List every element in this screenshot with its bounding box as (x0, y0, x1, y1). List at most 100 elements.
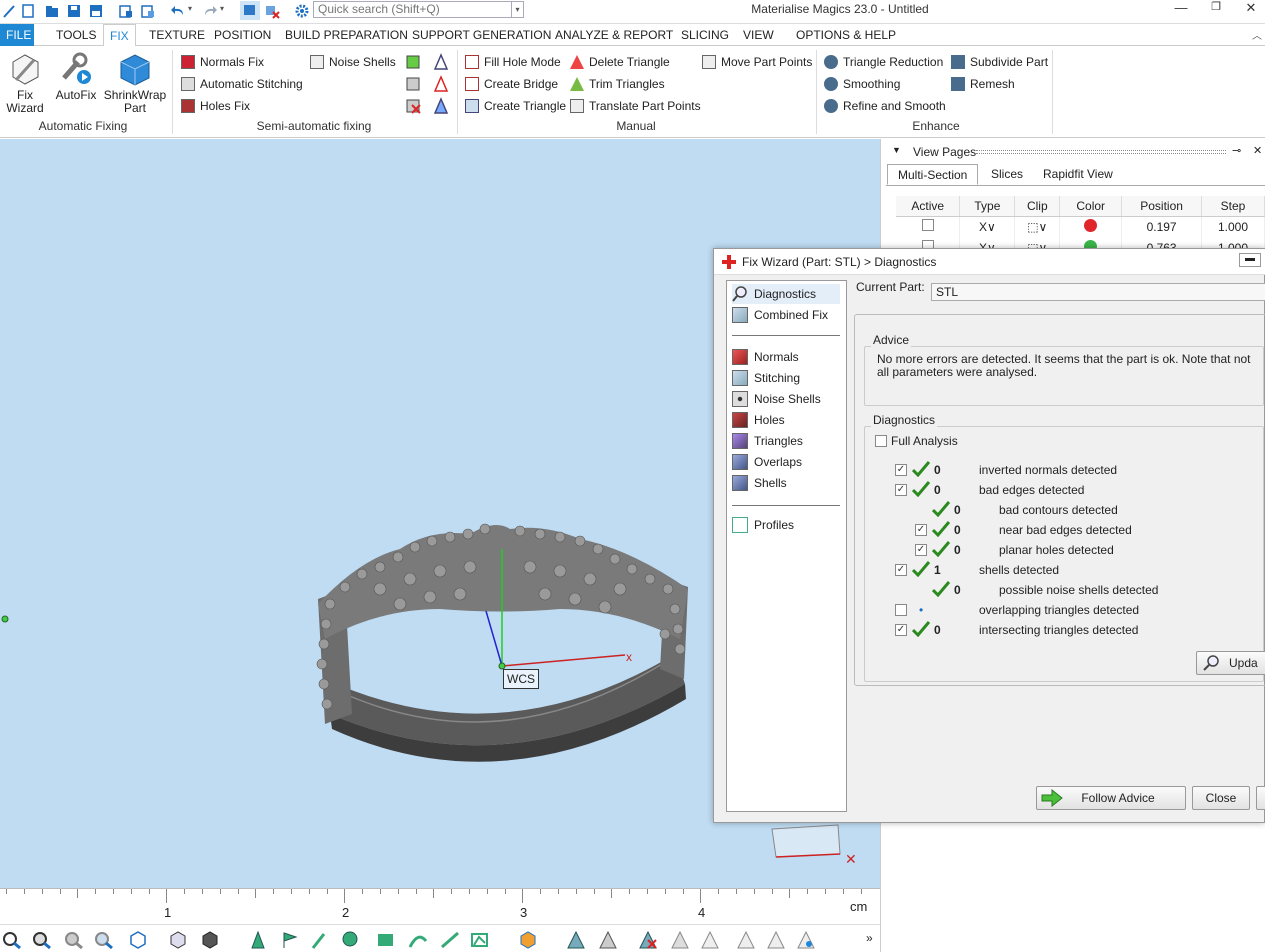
close-panel-icon[interactable]: ✕ (1253, 144, 1262, 157)
tab-multi-section[interactable]: Multi-Section (887, 164, 979, 185)
trim-triangles-button[interactable]: Trim Triangles (570, 76, 665, 94)
zoom-fit-icon[interactable] (64, 931, 84, 950)
new-file-icon[interactable] (20, 3, 36, 19)
zoom-window-icon[interactable] (32, 931, 52, 950)
deselect-icon[interactable] (264, 3, 280, 19)
tab-options-help[interactable]: OPTIONS & HELP (790, 24, 902, 46)
smoothing-button[interactable]: Smoothing (824, 76, 900, 94)
automatic-stitching-button[interactable]: Automatic Stitching (181, 76, 303, 94)
tab-file[interactable]: FILE (0, 24, 34, 46)
redo-dropdown-icon[interactable]: ▾ (220, 4, 224, 13)
step-value[interactable]: 1.000 (1201, 216, 1265, 237)
tab-analyze-report[interactable]: ANALYZE & REPORT (549, 24, 679, 46)
tab-slicing[interactable]: SLICING (675, 24, 735, 46)
export-part-icon[interactable] (140, 3, 156, 19)
redo-icon[interactable] (202, 3, 218, 19)
invert-marking-icon[interactable] (700, 930, 720, 949)
help-button[interactable] (1256, 786, 1265, 810)
expand-marking-icon[interactable] (736, 930, 756, 949)
nav-combined-fix[interactable]: Combined Fix (732, 305, 828, 325)
mark-shell-icon[interactable] (598, 930, 618, 949)
mark-triangle-icon[interactable] (566, 930, 586, 949)
diagnostic-checkbox[interactable]: ✓ (915, 544, 927, 556)
position-value[interactable]: 0.197 (1121, 216, 1203, 237)
undo-icon[interactable] (170, 3, 186, 19)
pin-icon[interactable]: ⊸ (1232, 144, 1241, 157)
diagnostic-checkbox[interactable]: ✓ (915, 524, 927, 536)
nav-triangles[interactable]: Triangles (732, 431, 803, 451)
nav-normals[interactable]: Normals (732, 347, 799, 367)
nav-shells[interactable]: Shells (732, 473, 787, 493)
diagnostic-checkbox[interactable] (895, 604, 907, 616)
section-type-icon[interactable]: X∨ (959, 216, 1016, 237)
active-checkbox[interactable] (896, 216, 961, 237)
nav-stitching[interactable]: Stitching (732, 368, 800, 388)
save-as-icon[interactable] (88, 3, 104, 19)
minimize-icon[interactable]: — (1166, 0, 1196, 15)
tab-fix[interactable]: FIX (103, 24, 136, 47)
dialog-title-bar[interactable]: Fix Wizard (Part: STL) > Diagnostics ▬ (714, 249, 1265, 275)
zoom-icon[interactable] (2, 931, 22, 950)
collapse-ribbon-icon[interactable]: ︿ (1252, 27, 1262, 42)
diagnostic-checkbox[interactable]: ✓ (895, 564, 907, 576)
nav-profiles[interactable]: Profiles (732, 515, 794, 535)
diagnostic-checkbox[interactable]: ✓ (895, 464, 907, 476)
refine-and-smooth-button[interactable]: Refine and Smooth (824, 98, 946, 116)
app-menu-icon[interactable] (2, 3, 18, 19)
flag-tool-icon[interactable] (280, 931, 300, 949)
panel-grip[interactable] (976, 150, 1226, 154)
full-analysis-checkbox[interactable] (875, 435, 887, 447)
create-triangle-button[interactable]: Create Triangle (465, 98, 566, 116)
polyline-select-icon[interactable] (470, 931, 490, 949)
shrink-marking-icon[interactable] (766, 930, 786, 949)
delete-triangle-button[interactable]: Delete Triangle (570, 54, 670, 72)
nav-holes[interactable]: Holes (732, 410, 785, 430)
tab-position[interactable]: POSITION (208, 24, 277, 46)
shaded-view-icon[interactable] (200, 931, 220, 949)
nav-noise-shells[interactable]: Noise Shells (732, 389, 821, 409)
settings-gear-icon[interactable] (294, 3, 310, 19)
clip-icon[interactable]: ⬚∨ (1014, 216, 1061, 237)
diagnostic-checkbox[interactable]: ✓ (895, 484, 907, 496)
noise-shells-button[interactable]: Noise Shells (310, 54, 396, 72)
curve-select-icon[interactable] (408, 931, 428, 949)
view-cube-icon[interactable] (128, 931, 148, 949)
subdivide-part-button[interactable]: Subdivide Part (951, 54, 1048, 72)
current-part-select[interactable]: STL (931, 283, 1265, 301)
rectangle-select-icon[interactable] (376, 931, 396, 949)
collapse-panel-icon[interactable]: ▼ (892, 145, 901, 155)
view-box-icon[interactable] (168, 931, 188, 949)
move-part-points-button[interactable]: Move Part Points (702, 54, 812, 72)
fill-hole-mode-button[interactable]: Fill Hole Mode (465, 54, 561, 72)
lasso-tool-icon[interactable] (340, 931, 360, 949)
follow-advice-button[interactable]: Follow Advice (1036, 786, 1186, 810)
select-part-icon[interactable] (240, 1, 260, 20)
tab-support-generation[interactable]: SUPPORT GENERATION (406, 24, 557, 46)
update-button[interactable]: Upda (1196, 651, 1265, 675)
quick-search-input[interactable]: Quick search (Shift+Q) (313, 1, 512, 18)
import-part-icon[interactable] (118, 3, 134, 19)
tab-slices[interactable]: Slices (981, 164, 1033, 185)
save-icon[interactable] (66, 3, 82, 19)
arrow-tool-icon[interactable] (248, 930, 268, 949)
tab-texture[interactable]: TEXTURE (143, 24, 211, 46)
open-file-icon[interactable] (44, 3, 60, 19)
close-window-icon[interactable]: ✕ (1236, 0, 1265, 16)
holes-fix-button[interactable]: Holes Fix (181, 98, 250, 116)
undo-dropdown-icon[interactable]: ▾ (188, 4, 192, 13)
color-swatch[interactable] (1059, 216, 1123, 237)
triangle-tools-icon[interactable] (432, 53, 450, 136)
diagnostic-checkbox[interactable]: ✓ (895, 624, 907, 636)
toolbar-overflow-icon[interactable]: » (866, 931, 873, 945)
tab-rapidfit-view[interactable]: Rapidfit View (1033, 164, 1123, 185)
mark-plane-icon[interactable] (796, 930, 816, 949)
tab-view[interactable]: VIEW (737, 24, 780, 46)
create-bridge-button[interactable]: Create Bridge (465, 76, 558, 94)
unmark-all-icon[interactable] (670, 930, 690, 949)
remesh-button[interactable]: Remesh (951, 76, 1015, 94)
zoom-part-icon[interactable] (94, 931, 114, 950)
translate-part-points-button[interactable]: Translate Part Points (570, 98, 701, 116)
triangle-reduction-button[interactable]: Triangle Reduction (824, 54, 943, 72)
close-button[interactable]: Close (1192, 786, 1250, 810)
autofix-button[interactable]: AutoFix (54, 52, 98, 102)
